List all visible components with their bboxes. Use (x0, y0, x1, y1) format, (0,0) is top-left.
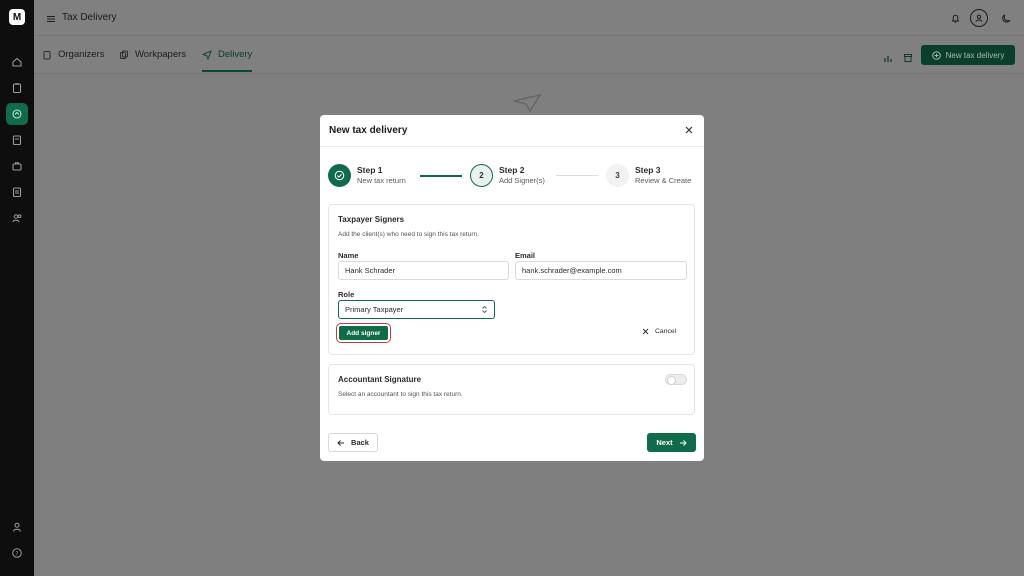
document-icon[interactable] (6, 181, 28, 203)
tab-delivery[interactable]: Delivery (202, 49, 252, 60)
add-signer-button[interactable]: Add signer (336, 323, 391, 343)
cancel-label: Cancel (655, 328, 677, 335)
email-field[interactable]: hank.schrader@example.com (515, 261, 687, 280)
svg-text:?: ? (15, 550, 18, 557)
step-1-subtitle: New tax return (357, 176, 406, 185)
menu-icon[interactable] (46, 11, 56, 29)
arrow-left-icon (337, 439, 345, 446)
plus-circle-icon (931, 50, 941, 60)
step-connector (420, 175, 462, 177)
step-3-subtitle: Review & Create (635, 176, 692, 185)
bell-icon[interactable] (946, 9, 964, 27)
taxpayer-signers-description: Add the client(s) who need to sign this … (338, 231, 479, 238)
step-2-title: Step 2 (499, 165, 525, 175)
next-label: Next (656, 438, 673, 447)
step-1-title: Step 1 (357, 165, 383, 175)
chevron-up-down-icon (482, 305, 487, 314)
avatar[interactable] (970, 9, 988, 27)
new-tax-delivery-button[interactable]: New tax delivery (921, 45, 1015, 65)
tab-label: Workpapers (135, 49, 187, 60)
clipboard-icon (43, 50, 51, 59)
profile-icon[interactable] (6, 516, 28, 538)
step-connector (556, 175, 598, 176)
active-tab-indicator (202, 70, 252, 72)
step-2-subtitle: Add Signer(s) (499, 176, 545, 185)
accountant-signature-toggle[interactable] (665, 374, 687, 385)
close-icon (642, 328, 649, 335)
chart-icon[interactable] (883, 50, 895, 62)
email-label: Email (515, 251, 536, 260)
arrow-right-icon (679, 439, 687, 446)
taxpayer-signers-title: Taxpayer Signers (338, 215, 405, 224)
page-title: Tax Delivery (62, 12, 117, 23)
users-icon[interactable] (6, 207, 28, 229)
role-select[interactable]: Primary Taxpayer (338, 300, 495, 319)
step-2-indicator: 2 (470, 164, 493, 187)
modal-title: New tax delivery (329, 125, 408, 136)
home-icon[interactable] (6, 51, 28, 73)
step-1-indicator (328, 164, 351, 187)
delivery-icon[interactable] (6, 103, 28, 125)
role-value: Primary Taxpayer (345, 305, 404, 314)
calculator-icon[interactable] (6, 129, 28, 151)
help-icon[interactable]: ? (6, 542, 28, 564)
app-logo[interactable]: M (9, 9, 25, 25)
cancel-button[interactable]: Cancel (642, 328, 676, 335)
accountant-signature-title: Accountant Signature (338, 375, 422, 384)
dark-mode-icon[interactable] (997, 9, 1015, 27)
taxpayer-signers-card: Taxpayer Signers Add the client(s) who n… (328, 204, 695, 355)
next-button[interactable]: Next (647, 433, 696, 452)
left-rail: M ? (0, 0, 34, 576)
briefcase-icon[interactable] (6, 155, 28, 177)
tab-workpapers[interactable]: Workpapers (119, 49, 186, 60)
tabs-bar: Organizers Workpapers Delivery New tax d… (34, 37, 1024, 74)
accountant-signature-card: Accountant Signature Select an accountan… (328, 364, 695, 415)
step-3-title: Step 3 (635, 165, 661, 175)
close-icon[interactable] (683, 124, 695, 136)
clipboard-icon[interactable] (6, 77, 28, 99)
role-label: Role (338, 290, 355, 299)
check-circle-icon (334, 170, 345, 181)
accountant-signature-description: Select an accountant to sign this tax re… (338, 391, 463, 398)
top-bar: Tax Delivery (34, 0, 1024, 36)
paper-plane-icon (513, 93, 542, 113)
tab-label: Organizers (58, 49, 105, 60)
new-tax-delivery-label: New tax delivery (945, 50, 1005, 60)
step-3-indicator: 3 (606, 164, 629, 187)
back-label: Back (351, 438, 369, 447)
tab-label: Delivery (218, 49, 253, 60)
new-tax-delivery-modal: New tax delivery Step 1 New tax return 2… (320, 115, 704, 461)
modal-header: New tax delivery (320, 115, 704, 147)
send-icon (202, 49, 212, 60)
tab-organizers[interactable]: Organizers (42, 49, 104, 60)
archive-icon[interactable] (903, 50, 915, 62)
name-field[interactable]: Hank Schrader (338, 261, 509, 280)
copy-icon (120, 50, 128, 59)
name-label: Name (338, 251, 359, 260)
back-button[interactable]: Back (328, 433, 378, 452)
stepper: Step 1 New tax return 2 Step 2 Add Signe… (328, 164, 696, 188)
